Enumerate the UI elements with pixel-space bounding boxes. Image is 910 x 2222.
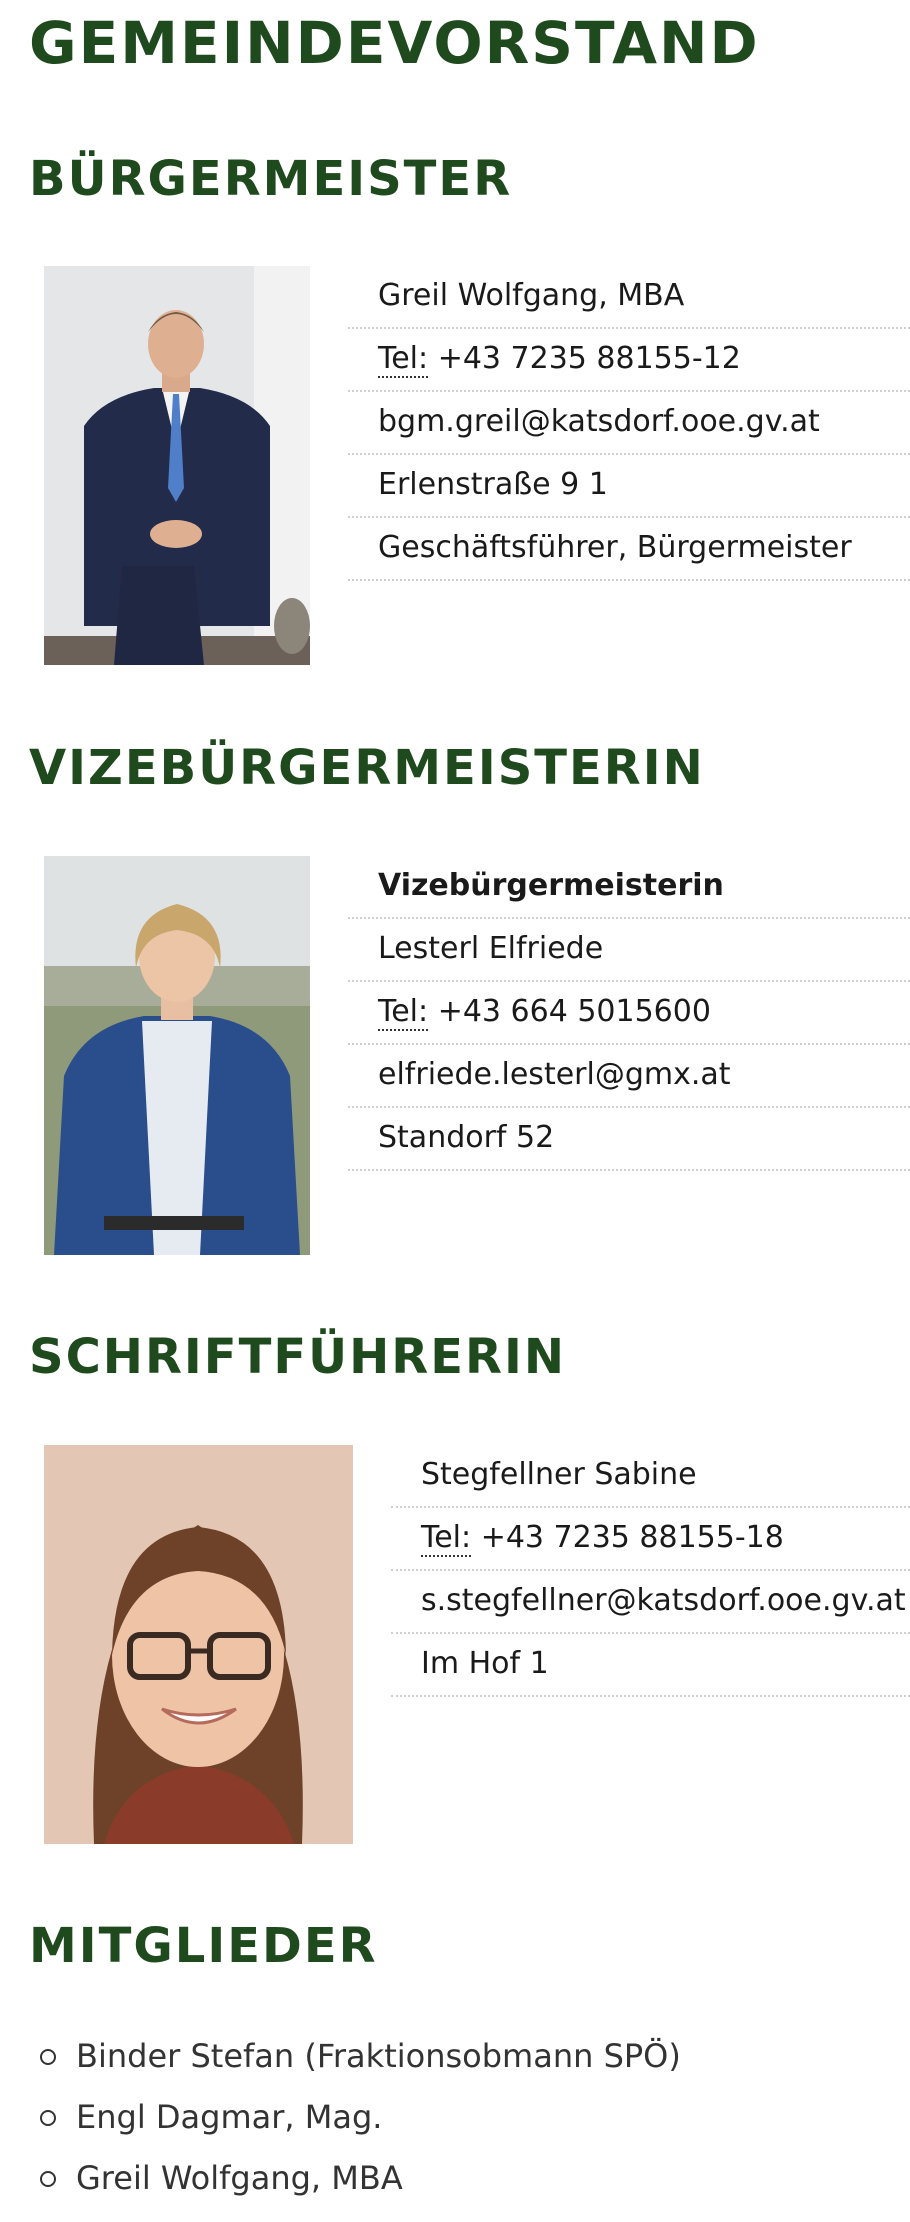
contact-address: Erlenstraße 9 1 xyxy=(348,455,910,518)
portrait-stegfellner-sabine xyxy=(44,1445,353,1844)
phone-number[interactable]: +43 664 5015600 xyxy=(438,994,711,1029)
contact-email[interactable]: s.stegfellner@katsdorf.ooe.gv.at xyxy=(391,1571,910,1634)
section-heading-mitglieder: MITGLIEDER xyxy=(29,1918,378,1974)
contact-phone: Tel: +43 7235 88155-12 xyxy=(348,329,910,392)
contact-phone: Tel: +43 664 5015600 xyxy=(348,982,910,1045)
contact-role: Geschäftsführer, Bürgermeister xyxy=(348,518,910,581)
contact-name: Stegfellner Sabine xyxy=(391,1445,910,1508)
members-list: Binder Stefan (Fraktionsobmann SPÖ) Engl… xyxy=(0,2026,681,2209)
portrait-lesterl-elfriede xyxy=(44,856,310,1255)
list-item: Engl Dagmar, Mag. xyxy=(0,2087,681,2148)
list-item: Binder Stefan (Fraktionsobmann SPÖ) xyxy=(0,2026,681,2087)
contact-name: Lesterl Elfriede xyxy=(348,919,910,982)
tel-label: Tel: xyxy=(421,1520,472,1557)
contact-phone: Tel: +43 7235 88155-18 xyxy=(391,1508,910,1571)
contact-email[interactable]: bgm.greil@katsdorf.ooe.gv.at xyxy=(348,392,910,455)
tel-label: Tel: xyxy=(378,994,429,1031)
contact-address: Im Hof 1 xyxy=(391,1634,910,1697)
contact-info-buergermeister: Greil Wolfgang, MBA Tel: +43 7235 88155-… xyxy=(348,266,910,581)
contact-info-schriftfuehrerin: Stegfellner Sabine Tel: +43 7235 88155-1… xyxy=(391,1445,910,1697)
tel-label: Tel: xyxy=(378,341,429,378)
contact-name: Greil Wolfgang, MBA xyxy=(348,266,910,329)
phone-number[interactable]: +43 7235 88155-12 xyxy=(438,341,741,376)
page-title: GEMEINDEVORSTAND xyxy=(29,9,760,77)
contact-info-vizebuergermeisterin: Vizebürgermeisterin Lesterl Elfriede Tel… xyxy=(348,856,910,1171)
portrait-greil-wolfgang xyxy=(44,266,310,665)
contact-address: Standorf 52 xyxy=(348,1108,910,1171)
section-heading-schriftfuehrerin: SCHRIFTFÜHRERIN xyxy=(29,1329,566,1385)
contact-email[interactable]: elfriede.lesterl@gmx.at xyxy=(348,1045,910,1108)
list-item: Greil Wolfgang, MBA xyxy=(0,2148,681,2209)
section-heading-vizebuergermeisterin: VIZEBÜRGERMEISTERIN xyxy=(29,740,705,796)
phone-number[interactable]: +43 7235 88155-18 xyxy=(481,1520,784,1555)
contact-title: Vizebürgermeisterin xyxy=(348,856,910,919)
section-heading-buergermeister: BÜRGERMEISTER xyxy=(29,151,513,207)
